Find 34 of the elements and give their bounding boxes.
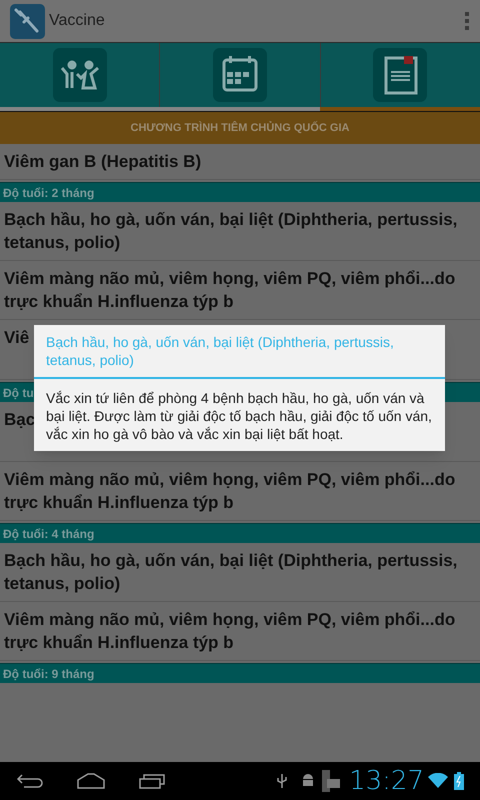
item-text: Viê xyxy=(4,327,30,349)
battery-icon xyxy=(454,772,464,790)
section-header: Độ tuổi: 4 tháng xyxy=(3,526,94,542)
calendar-icon xyxy=(212,48,267,102)
list-item[interactable]: Viêm màng não mủ, viêm họng, viêm PQ, viêm phổi...do trực khuẩn H.influenza týp b xyxy=(0,261,480,320)
list-item[interactable]: Bạch hầu, ho gà, uốn ván, bại liệt (Diphtheria, pertussis, tetanus, polio) xyxy=(0,543,480,602)
item-text: Bạc xyxy=(4,409,36,431)
item-text: Bạch hầu, ho gà, uốn ván, bại liệt (Diphtheria, pertussis, tetanus, polio) xyxy=(4,209,458,254)
syringe-icon[interactable] xyxy=(10,4,45,38)
section-header: Độ tu xyxy=(3,384,34,402)
document-icon xyxy=(373,48,428,102)
back-icon[interactable] xyxy=(16,773,44,789)
usb-icon xyxy=(277,773,288,789)
list-item[interactable]: Viêm màng não mủ, viêm họng, viêm PQ, viêm phổi...do trực khuẩn H.influenza týp b xyxy=(0,602,480,661)
item-text: Viêm màng não mủ, viêm họng, viêm PQ, viêm phổi...do trực khuẩn H.influenza týp b xyxy=(4,609,456,654)
section-header: Độ tuổi: 9 tháng xyxy=(3,666,94,682)
list-item[interactable]: Bạch hầu, ho gà, uốn ván, bại liệt (Diphtheria, pertussis, tetanus, polio) xyxy=(0,202,480,261)
recent-apps-icon[interactable] xyxy=(138,773,166,789)
item-text: Bạch hầu, ho gà, uốn ván, bại liệt (Diphtheria, pertussis, tetanus, polio) xyxy=(4,550,458,595)
list-item[interactable]: Viêm màng não mủ, viêm họng, viêm PQ, viêm phổi...do trực khuẩn H.influenza týp b xyxy=(0,462,480,521)
wifi-icon xyxy=(428,773,448,789)
app-title: Vaccine xyxy=(49,11,106,31)
children-icon xyxy=(52,48,107,102)
dialog-message: Vắc xin tứ liên để phòng 4 bệnh bạch hầu, ho gà, uốn ván và bại liệt. Được làm từ giải độc tố bạch hầu, giải độc tố uốn ván, vắc xin ho gà vô bào và vắc xin bại liệt bất hoạt. xyxy=(45,389,433,444)
home-icon[interactable] xyxy=(76,773,106,789)
overflow-menu-icon[interactable] xyxy=(464,12,470,30)
list-item[interactable]: Viêm gan B (Hepatitis B) xyxy=(0,144,480,180)
section-header: Độ tuổi: 2 tháng xyxy=(3,184,94,202)
item-text: Viêm gan B (Hepatitis B) xyxy=(4,151,202,173)
clock: 13:27 xyxy=(349,768,424,794)
dialog-title: Bạch hầu, ho gà, uốn ván, bại liệt (Diphtheria, pertussis, tetanus, polio) xyxy=(45,333,395,370)
banner: CHƯƠNG TRÌNH TIÊM CHỦNG QUỐC GIA xyxy=(0,112,480,144)
item-text: Viêm màng não mủ, viêm họng, viêm PQ, viêm phổi...do trực khuẩn H.influenza týp b xyxy=(4,469,456,514)
item-text: Viêm màng não mủ, viêm họng, viêm PQ, viêm phổi...do trực khuẩn H.influenza týp b xyxy=(4,268,456,313)
